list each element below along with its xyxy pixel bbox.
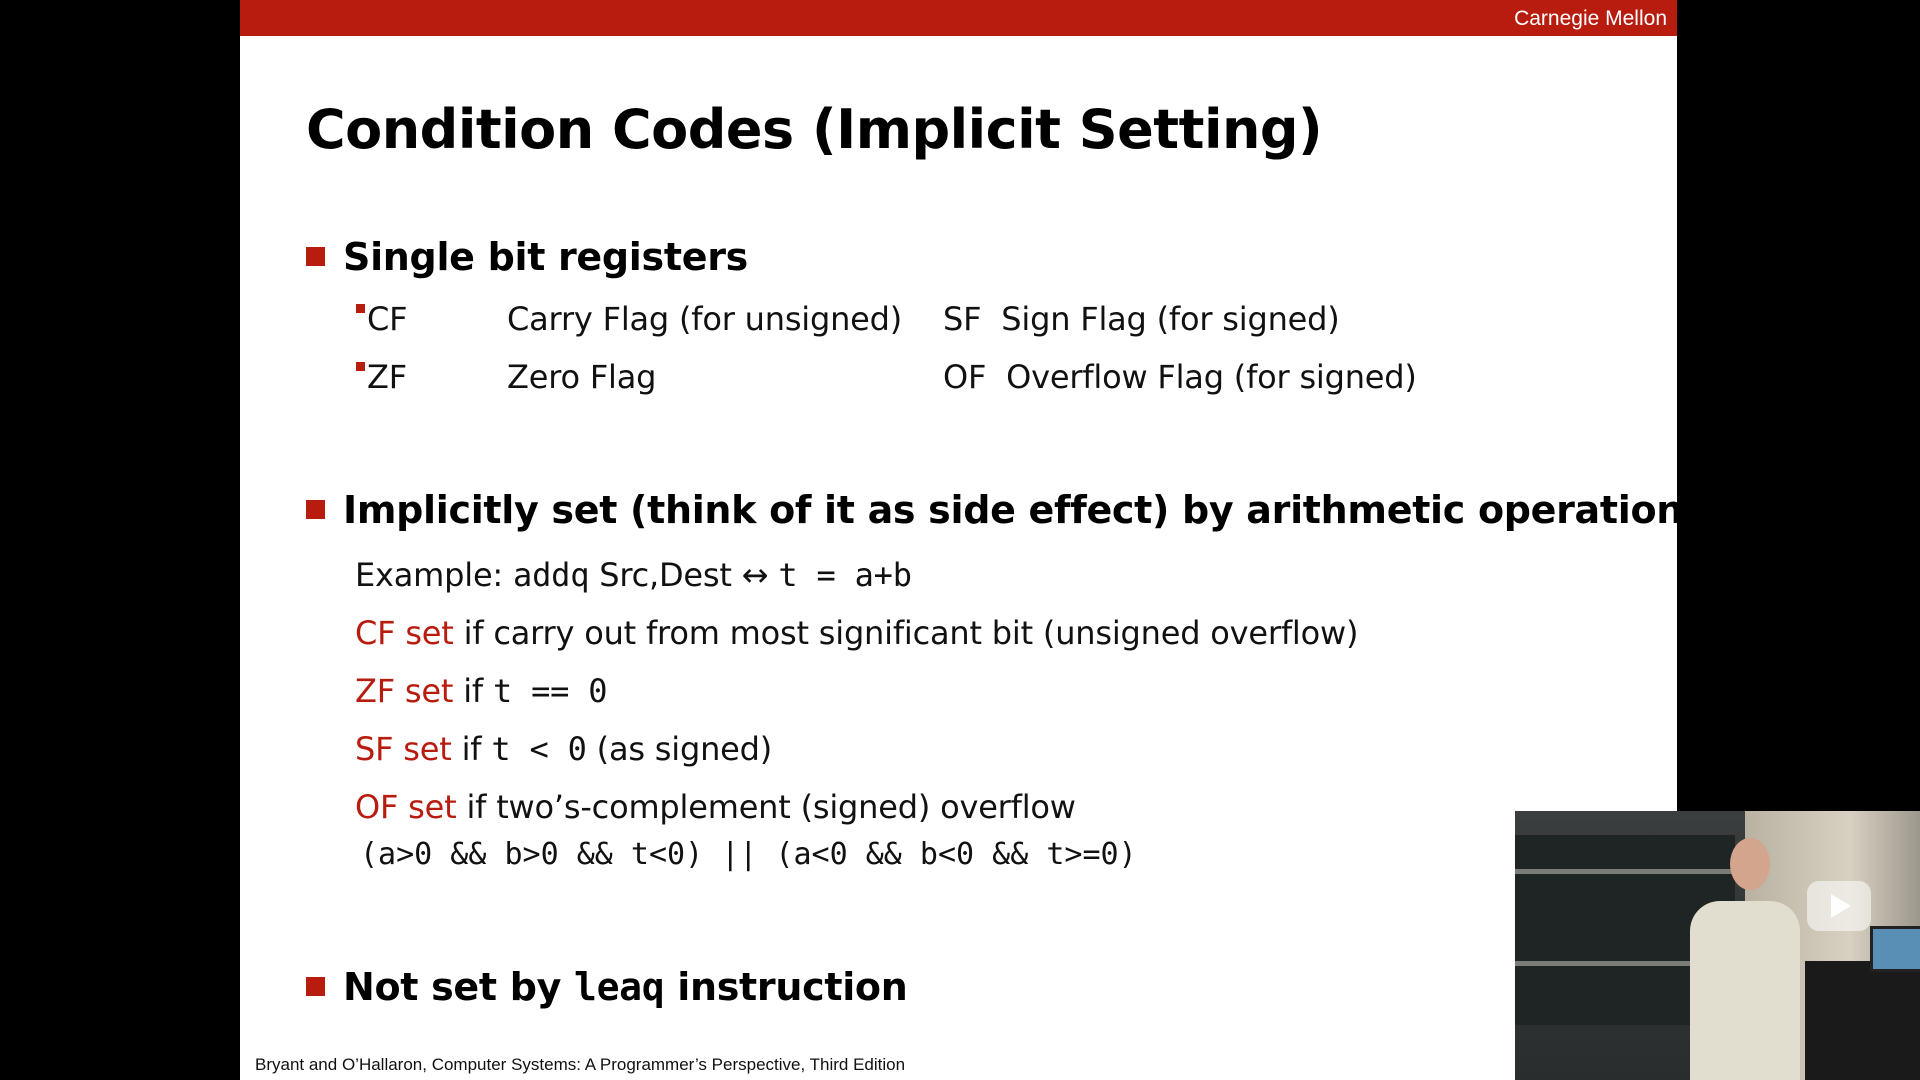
lecturer-head	[1730, 838, 1770, 890]
flag-name: CF	[367, 300, 408, 338]
cf-label: CF set	[355, 614, 454, 652]
bullet-square-icon	[306, 977, 325, 996]
chalk-rail	[1515, 869, 1735, 874]
lecture-video-pip[interactable]	[1515, 811, 1920, 1080]
bullet-heading: Single bit registers	[343, 235, 748, 279]
sf-label: SF set	[355, 730, 452, 768]
flag-desc: Carry Flag (for unsigned)	[507, 300, 903, 338]
zf-label: ZF set	[355, 672, 454, 710]
play-icon[interactable]	[1807, 881, 1871, 931]
flag-desc: Overflow Flag (for signed)	[1006, 358, 1417, 396]
monitor	[1870, 926, 1920, 972]
zf-expression: t == 0	[492, 672, 608, 710]
sub-bullet-icon	[356, 304, 365, 313]
sf-expression: t < 0	[491, 730, 587, 768]
flag-name: OF	[943, 358, 987, 396]
bullet-prefix: Not set by	[343, 965, 562, 1009]
bullet-implicitly-set: Implicitly set (think of it as side effe…	[306, 488, 1677, 532]
slide: Carnegie Mellon Condition Codes (Implici…	[240, 0, 1677, 1080]
bullet-square-icon	[306, 247, 325, 266]
cf-text: if carry out from most significant bit (…	[463, 614, 1359, 652]
zf-if: if	[463, 672, 483, 710]
cf-rule: CF set if carry out from most significan…	[355, 614, 1358, 652]
double-arrow-icon: ↔	[741, 556, 769, 594]
sf-rule: SF set if t < 0 (as signed)	[355, 730, 772, 768]
example-operands: Src,Dest	[599, 556, 732, 594]
flag-row-zf: ZF	[356, 358, 407, 396]
sf-if: if	[461, 730, 482, 768]
example-label: Example:	[355, 556, 504, 594]
flag-row-cf: CF	[356, 300, 408, 338]
bullet-suffix: instruction	[677, 965, 908, 1009]
of-expression: (a>0 && b>0 && t<0) || (a<0 && b<0 && t>…	[360, 837, 1137, 872]
flag-name: ZF	[367, 358, 407, 396]
footer-citation: Bryant and O’Hallaron, Computer Systems:…	[255, 1055, 906, 1074]
example-line: Example: addq Src,Dest ↔ t = a+b	[355, 556, 912, 594]
bullet-heading: Implicitly set (think of it as side effe…	[343, 488, 1677, 532]
example-instruction: addq	[513, 556, 590, 594]
sub-bullet-icon	[356, 362, 365, 371]
flag-desc: Zero Flag	[507, 358, 657, 396]
example-expression: t = a+b	[778, 556, 912, 594]
flag-row-of: OF Overflow Flag (for signed)	[943, 358, 1417, 396]
bullet-not-set-by-leaq: Not set by leaq instruction	[306, 965, 908, 1009]
top-bar: Carnegie Mellon	[240, 0, 1677, 36]
of-text: if two’s-complement (signed) overflow	[466, 788, 1076, 826]
bullet-square-icon	[306, 500, 325, 519]
zf-rule: ZF set if t == 0	[355, 672, 608, 710]
of-label: OF set	[355, 788, 457, 826]
flag-row-sf: SF Sign Flag (for signed)	[943, 300, 1340, 338]
sf-suffix: (as signed)	[596, 730, 773, 768]
leaq-instruction: leaq	[574, 965, 665, 1009]
flag-name: SF	[943, 300, 982, 338]
slide-title: Condition Codes (Implicit Setting)	[306, 98, 1323, 161]
of-rule: OF set if two’s-complement (signed) over…	[355, 788, 1076, 826]
brand-label: Carnegie Mellon	[1514, 7, 1667, 30]
bullet-single-bit-registers: Single bit registers	[306, 235, 748, 279]
play-triangle-icon	[1831, 894, 1851, 918]
flag-desc: Sign Flag (for signed)	[1001, 300, 1340, 338]
lectern	[1805, 961, 1920, 1080]
lecturer-body	[1690, 901, 1800, 1080]
